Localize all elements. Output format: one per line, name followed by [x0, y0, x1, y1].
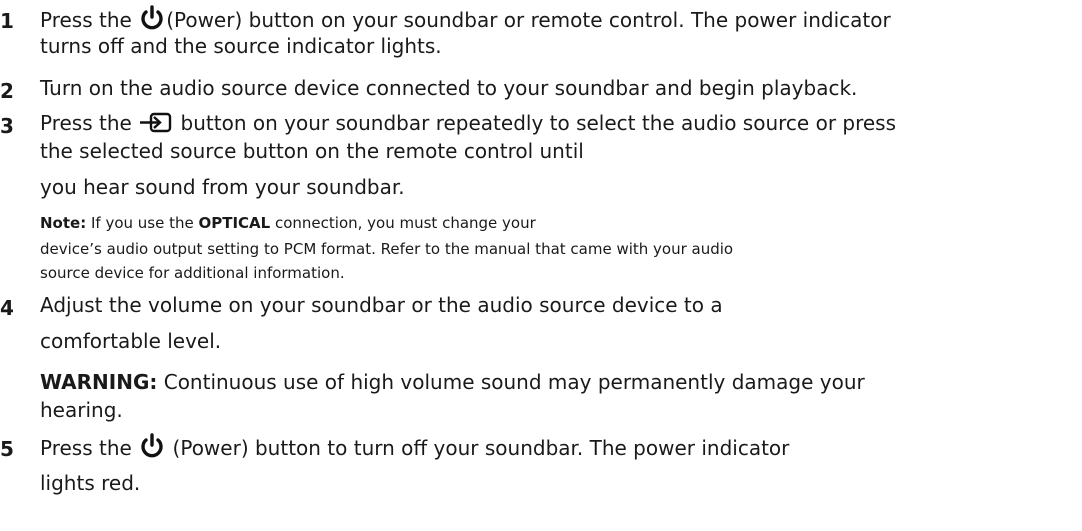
- step-5-line-1: Press the (Power) button to turn off you…: [40, 433, 789, 465]
- note-label: Note:: [40, 214, 87, 232]
- step-4-line-2: comfortable level.: [40, 329, 222, 353]
- step-2-line-1: Turn on the audio source device connecte…: [40, 76, 858, 100]
- note-line-3: source device for additional information…: [40, 264, 345, 282]
- step-5-line-2: lights red.: [40, 471, 141, 495]
- step-3-line-2: the selected source button on the remote…: [40, 139, 584, 163]
- warning-line-1: WARNING: Continuous use of high volume s…: [40, 370, 865, 394]
- note-line-2: device’s audio output setting to PCM for…: [40, 240, 734, 258]
- step-number: 4: [0, 296, 14, 320]
- source-input-icon: [138, 112, 174, 140]
- note-line-1: Note: If you use the OPTICAL connection,…: [40, 214, 536, 232]
- step-number: 3: [0, 114, 14, 138]
- step-3-line-1: Press the button on your soundbar repeat…: [40, 110, 896, 140]
- step-number: 5: [0, 437, 14, 461]
- warning-line-2: hearing.: [40, 398, 123, 422]
- step-4-line-1: Adjust the volume on your soundbar or th…: [40, 293, 723, 317]
- warning-label: WARNING:: [40, 370, 158, 394]
- step-number: 2: [0, 79, 14, 103]
- power-icon: [138, 433, 166, 465]
- step-1-line-2: turns off and the source indicator light…: [40, 34, 442, 58]
- note-optical: OPTICAL: [198, 214, 271, 232]
- step-number: 1: [0, 9, 14, 33]
- step-3-line-3: you hear sound from your soundbar.: [40, 175, 405, 199]
